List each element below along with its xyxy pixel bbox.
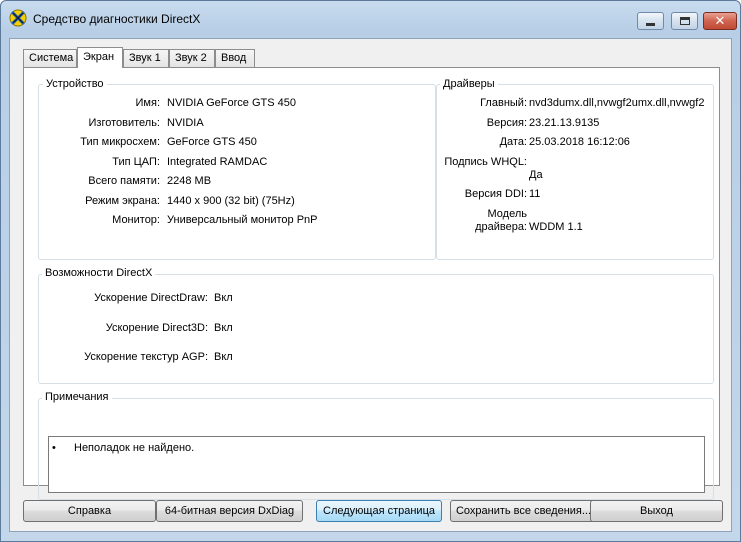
device-name-label: Имя: xyxy=(135,97,160,109)
dac-type-label: Тип ЦАП: xyxy=(112,156,160,168)
chip-type-value: GeForce GTS 450 xyxy=(167,136,257,148)
directx-icon xyxy=(9,9,27,27)
main-driver-value: nvd3dumx.dll,nvwgf2umx.dll,nvwgf2 xyxy=(529,97,705,109)
whql-label: Подпись WHQL: xyxy=(444,156,527,168)
notes-text: Неполадок не найдено. xyxy=(74,442,195,454)
client-area: Система Экран Звук 1 Звук 2 Ввод Устройс… xyxy=(9,38,732,532)
directx-features-title: Возможности DirectX xyxy=(42,267,156,279)
manufacturer-label: Изготовитель: xyxy=(88,117,161,129)
display-mode-value: 1440 x 900 (32 bit) (75Hz) xyxy=(167,195,295,207)
help-button[interactable]: Справка xyxy=(23,500,156,522)
tab-sound-1[interactable]: Звук 1 xyxy=(123,49,169,67)
save-all-info-button[interactable]: Сохранить все сведения... xyxy=(450,500,597,522)
maximize-button[interactable] xyxy=(671,12,698,30)
device-name-value: NVIDIA GeForce GTS 450 xyxy=(167,97,296,109)
drivers-group-title: Драйверы xyxy=(440,78,498,90)
driver-version-label: Версия: xyxy=(486,117,527,129)
window-title: Средство диагностики DirectX xyxy=(33,12,201,26)
directdraw-accel-label: Ускорение DirectDraw: xyxy=(94,292,208,304)
close-icon: ✕ xyxy=(714,13,726,29)
total-memory-value: 2248 MB xyxy=(167,175,212,187)
whql-value: Да xyxy=(529,169,543,181)
device-group-title: Устройство xyxy=(43,78,107,90)
driver-date-value: 25.03.2018 16:12:06 xyxy=(529,136,630,148)
direct3d-accel-label: Ускорение Direct3D: xyxy=(105,322,208,334)
total-memory-label: Всего памяти: xyxy=(88,175,160,187)
title-bar[interactable]: Средство диагностики DirectX ✕ xyxy=(1,1,740,37)
driver-model-value: WDDM 1.1 xyxy=(529,221,583,233)
monitor-value: Универсальный монитор PnP xyxy=(167,214,318,226)
driver-version-value: 23.21.13.9135 xyxy=(529,117,600,129)
maximize-icon xyxy=(679,17,690,25)
tab-sound-2[interactable]: Звук 2 xyxy=(169,49,215,67)
driver-date-label: Дата: xyxy=(499,136,527,148)
64bit-dxdiag-button[interactable]: 64-битная версия DxDiag xyxy=(156,500,303,522)
direct3d-accel-value: Вкл xyxy=(214,322,233,334)
ddi-version-label: Версия DDI: xyxy=(464,188,527,200)
display-mode-label: Режим экрана: xyxy=(85,195,160,207)
driver-model-label-1: Модель xyxy=(487,208,527,220)
tab-display[interactable]: Экран xyxy=(77,47,123,68)
close-button[interactable]: ✕ xyxy=(703,12,737,30)
next-page-button[interactable]: Следующая страница xyxy=(316,500,442,522)
minimize-button[interactable] xyxy=(637,12,664,30)
tab-input[interactable]: Ввод xyxy=(215,49,255,67)
notes-bullet: • xyxy=(52,442,56,454)
drivers-group xyxy=(436,84,714,260)
chip-type-label: Тип микросхем: xyxy=(80,136,160,148)
exit-button[interactable]: Выход xyxy=(590,500,723,522)
main-driver-label: Главный: xyxy=(480,97,527,109)
notes-textbox[interactable]: • Неполадок не найдено. xyxy=(48,436,705,493)
agp-accel-label: Ускорение текстур AGP: xyxy=(84,351,208,363)
display-tab-panel: Устройство Имя: NVIDIA GeForce GTS 450 И… xyxy=(23,67,720,500)
directdraw-accel-value: Вкл xyxy=(214,292,233,304)
device-group xyxy=(38,84,436,260)
dxdiag-window: Средство диагностики DirectX ✕ Система Э… xyxy=(0,0,741,542)
driver-model-label-2: драйвера: xyxy=(475,221,527,233)
dac-type-value: Integrated RAMDAC xyxy=(167,156,268,168)
monitor-label: Монитор: xyxy=(112,214,160,226)
ddi-version-value: 11 xyxy=(529,188,541,200)
minimize-icon xyxy=(646,22,655,26)
tab-system[interactable]: Система xyxy=(23,49,77,67)
notes-title: Примечания xyxy=(42,391,112,403)
agp-accel-value: Вкл xyxy=(214,351,233,363)
manufacturer-value: NVIDIA xyxy=(167,117,204,129)
